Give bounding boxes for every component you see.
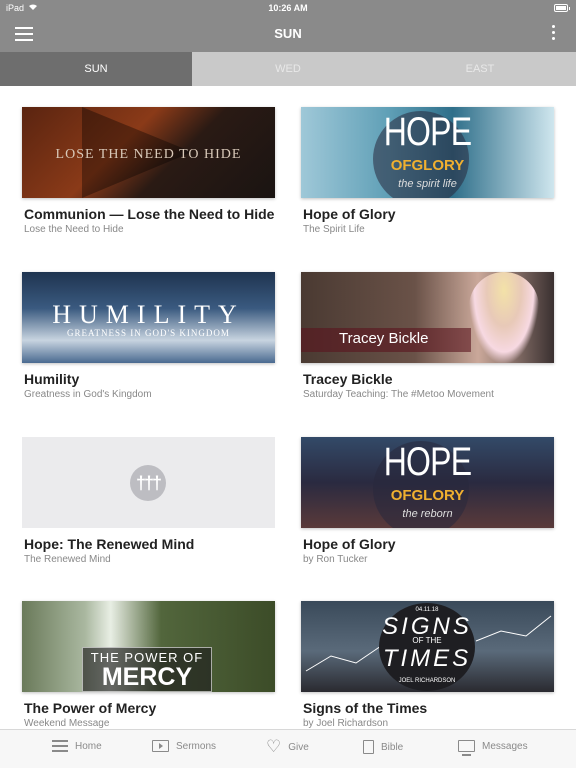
tab-sermons[interactable]: Sermons — [152, 740, 216, 752]
tab-messages[interactable]: Messages — [458, 740, 528, 756]
artwork-text: MERCY — [101, 663, 193, 691]
sermon-artwork: 04.11.18 SIGNS OF THE TIMES JOEL RICHARD… — [301, 601, 554, 692]
sermon-card-tracey-bickle[interactable]: Tracey Bickle Tracey Bickle Saturday Tea… — [301, 272, 554, 400]
artwork-text: GREATNESS IN GOD'S KINGDOM — [67, 328, 230, 338]
artwork-text: HUMILITY — [52, 300, 245, 329]
sermon-artwork: LOSE THE NEED TO HIDE — [22, 107, 275, 198]
sermon-card-humility[interactable]: HUMILITY GREATNESS IN GOD'S KINGDOM Humi… — [22, 272, 275, 400]
artwork-text: HOPE — [383, 110, 472, 154]
sermon-title: Signs of the Times — [303, 700, 428, 716]
artwork-text: OFGLORY — [390, 487, 465, 504]
video-icon — [152, 740, 169, 752]
sermon-card-renewed-mind[interactable]: ††† Hope: The Renewed Mind The Renewed M… — [22, 437, 275, 565]
church-logo-icon: ††† — [130, 465, 166, 501]
tab-give[interactable]: ♡ Give — [266, 737, 309, 756]
status-time: 10:26 AM — [268, 3, 308, 13]
sermon-title: Communion — Lose the Need to Hide — [24, 206, 275, 222]
tab-wed[interactable]: WED — [192, 52, 384, 86]
battery-icon — [554, 4, 570, 12]
book-icon — [363, 740, 374, 754]
monitor-icon — [458, 740, 475, 756]
sermon-title: Humility — [24, 371, 80, 387]
nav-bar: SUN — [0, 16, 576, 52]
artwork-text: the spirit life — [398, 178, 457, 190]
sermon-card-communion[interactable]: LOSE THE NEED TO HIDE Communion — Lose t… — [22, 107, 275, 235]
artwork-text: HOPE — [383, 440, 472, 484]
sermon-card-power-of-mercy[interactable]: THE POWER OF MERCY The Power of Mercy We… — [22, 601, 275, 729]
sermon-card-hope-of-glory-ron-tucker[interactable]: HOPE OFGLORY the reborn Hope of Glory by… — [301, 437, 554, 565]
sermon-subtitle: Weekend Message — [24, 718, 110, 729]
sermon-artwork: HOPE OFGLORY the spirit life — [301, 107, 554, 198]
service-tabs: SUN WED EAST — [0, 52, 576, 86]
list-icon — [52, 740, 68, 752]
sermon-grid: LOSE THE NEED TO HIDE Communion — Lose t… — [0, 86, 576, 729]
sermon-title: Hope of Glory — [303, 206, 396, 222]
artwork-text: TIMES — [382, 645, 472, 672]
tab-east[interactable]: EAST — [384, 52, 576, 86]
sermon-artwork: Tracey Bickle — [301, 272, 554, 363]
bottom-tab-bar: Home Sermons ♡ Give Bible Messages — [0, 729, 576, 768]
artwork-text: the reborn — [402, 508, 453, 520]
sermon-title: Hope: The Renewed Mind — [24, 536, 195, 552]
speaker-photo — [469, 272, 539, 363]
sermon-subtitle: Greatness in God's Kingdom — [24, 389, 152, 400]
sermon-subtitle: The Renewed Mind — [24, 554, 111, 565]
sermon-subtitle: by Ron Tucker — [303, 554, 368, 565]
tab-messages-label: Messages — [482, 740, 528, 752]
sermon-subtitle: Lose the Need to Hide — [24, 224, 124, 235]
tab-home[interactable]: Home — [52, 740, 102, 752]
sermon-card-signs-of-the-times[interactable]: 04.11.18 SIGNS OF THE TIMES JOEL RICHARD… — [301, 601, 554, 729]
tab-bible-label: Bible — [381, 741, 404, 753]
sermon-artwork: HOPE OFGLORY the reborn — [301, 437, 554, 528]
sermon-card-hope-of-glory-spirit-life[interactable]: HOPE OFGLORY the spirit life Hope of Glo… — [301, 107, 554, 235]
heart-icon: ♡ — [266, 737, 282, 756]
tab-sun[interactable]: SUN — [0, 52, 192, 86]
tab-bible[interactable]: Bible — [363, 740, 403, 754]
sermon-artwork-placeholder: ††† — [22, 437, 275, 528]
sermon-title: Hope of Glory — [303, 536, 396, 552]
tab-give-label: Give — [288, 741, 309, 753]
artwork-text: OFGLORY — [390, 157, 465, 174]
page-title: SUN — [274, 26, 302, 41]
tab-home-label: Home — [75, 740, 102, 752]
sermon-subtitle: The Spirit Life — [303, 224, 365, 235]
sermon-title: Tracey Bickle — [303, 371, 393, 387]
sermon-artwork: HUMILITY GREATNESS IN GOD'S KINGDOM — [22, 272, 275, 363]
sermon-artwork: THE POWER OF MERCY — [22, 601, 275, 692]
artwork-text: JOEL RICHARDSON — [398, 678, 456, 684]
more-options-icon[interactable] — [550, 25, 556, 43]
tab-sermons-label: Sermons — [176, 740, 217, 752]
sermon-subtitle: by Joel Richardson — [303, 718, 389, 729]
sermon-title: The Power of Mercy — [24, 700, 157, 716]
artwork-text: OF THE — [412, 636, 442, 645]
sermon-subtitle: Saturday Teaching: The #Metoo Movement — [303, 389, 494, 400]
artwork-text: LOSE THE NEED TO HIDE — [55, 147, 242, 162]
status-bar: iPad 10:26 AM — [0, 0, 576, 16]
artwork-text: Tracey Bickle — [339, 330, 429, 347]
